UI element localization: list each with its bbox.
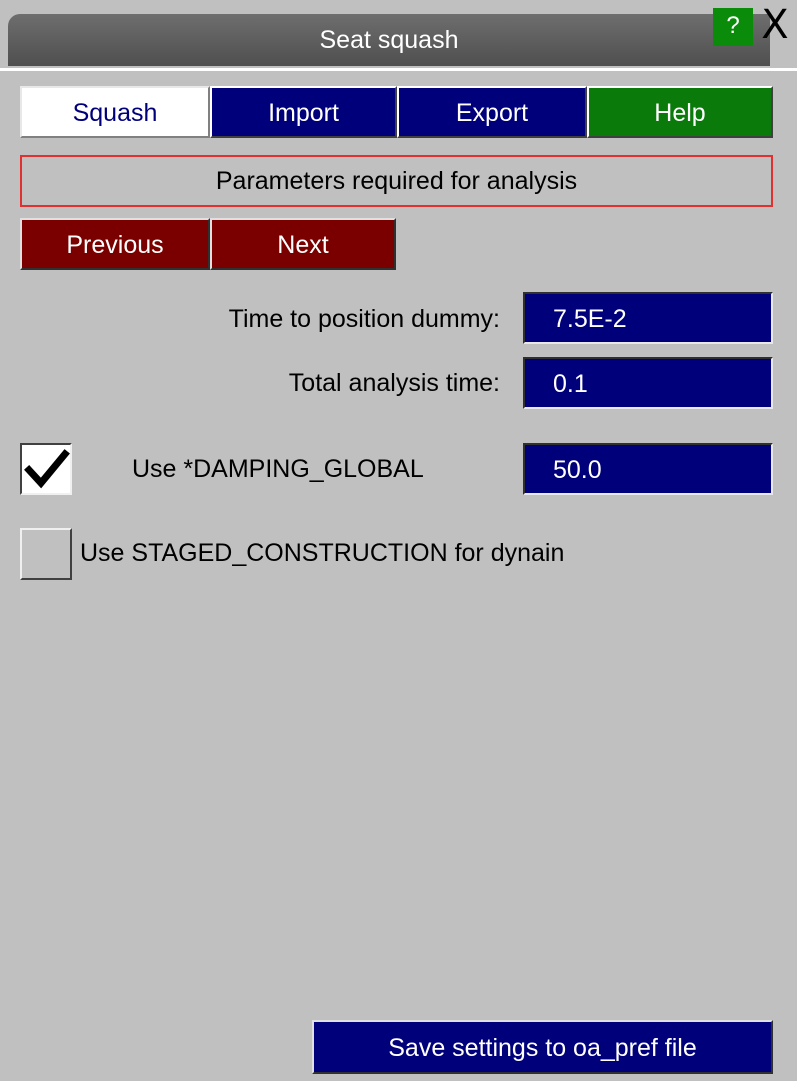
tab-squash[interactable]: Squash — [20, 86, 210, 138]
window-title: Seat squash — [319, 26, 459, 54]
time-to-position-label: Time to position dummy: — [228, 305, 500, 333]
next-button[interactable]: Next — [210, 218, 396, 270]
total-analysis-time-input[interactable]: 0.1 — [523, 357, 773, 409]
title-divider — [0, 68, 797, 71]
help-icon[interactable]: ? — [713, 8, 753, 46]
damping-global-input[interactable]: 50.0 — [523, 443, 773, 495]
damping-global-label: Use *DAMPING_GLOBAL — [132, 455, 424, 483]
time-to-position-input[interactable]: 7.5E-2 — [523, 292, 773, 344]
close-icon[interactable]: X — [755, 5, 795, 46]
section-header: Parameters required for analysis — [20, 155, 773, 207]
save-settings-button[interactable]: Save settings to oa_pref file — [312, 1020, 773, 1074]
tab-import[interactable]: Import — [210, 86, 397, 138]
tab-help[interactable]: Help — [587, 86, 773, 138]
total-analysis-time-label: Total analysis time: — [288, 369, 500, 397]
tab-export[interactable]: Export — [397, 86, 587, 138]
staged-construction-checkbox[interactable] — [20, 528, 72, 580]
staged-construction-label: Use STAGED_CONSTRUCTION for dynain — [80, 539, 565, 567]
checkmark-icon — [24, 449, 70, 489]
previous-button[interactable]: Previous — [20, 218, 210, 270]
